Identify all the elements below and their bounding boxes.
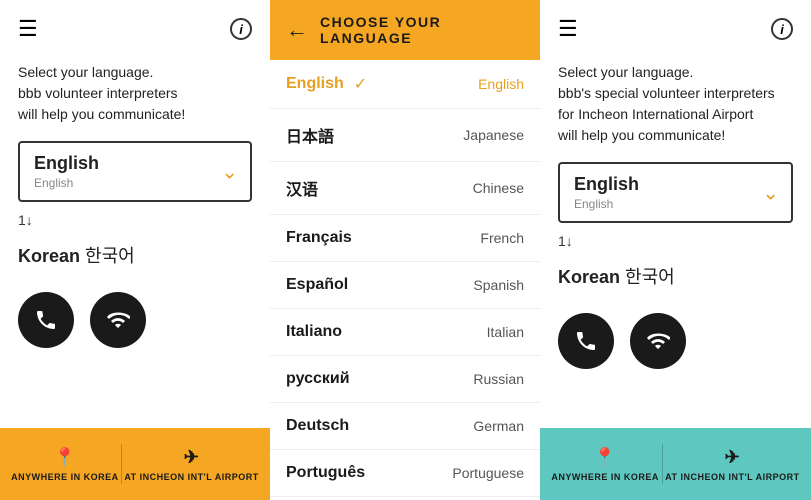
wifi-icon-left	[106, 308, 130, 332]
wifi-icon-right	[646, 329, 670, 353]
lang-native-text: 日本語	[286, 123, 334, 147]
lang-native-text: Italiano	[286, 323, 342, 341]
right-footer-airport-label: AT INCHEON INT'L AIRPORT	[665, 472, 799, 482]
language-item[interactable]: 汉语 Chinese	[270, 162, 540, 215]
info-icon-left[interactable]: i	[230, 18, 252, 40]
plane-icon-right: ✈	[725, 447, 741, 468]
right-target-lang-english: Korean	[558, 267, 620, 287]
left-footer-korea[interactable]: 📍 ANYWHERE IN KOREA	[11, 447, 119, 482]
hamburger-icon-left[interactable]: ☰	[18, 16, 38, 42]
left-footer-airport-label: AT INCHEON INT'L AIRPORT	[124, 472, 258, 482]
right-footer-korea[interactable]: 📍 ANYWHERE IN KOREA	[551, 447, 659, 482]
left-sort-icon[interactable]: 1↓	[18, 212, 252, 228]
lang-english-text: Italian	[487, 324, 524, 340]
phone-icon-right	[574, 329, 598, 353]
lang-english-text: Spanish	[473, 277, 524, 293]
language-item[interactable]: Italiano Italian	[270, 309, 540, 356]
right-lang-select[interactable]: English English ⌄	[558, 162, 793, 223]
left-lang-sub: English	[34, 176, 236, 190]
chevron-down-icon-right: ⌄	[762, 180, 779, 205]
lang-english-text: Chinese	[473, 180, 524, 196]
left-lang-main: English	[34, 153, 236, 174]
right-tagline: Select your language. bbb's special volu…	[540, 58, 811, 162]
lang-native-text: 汉语	[286, 176, 318, 200]
language-list: English ✓ English 日本語 Japanese 汉语 Chinese Franç…	[270, 60, 540, 500]
chevron-down-icon-left: ⌄	[221, 159, 238, 184]
lang-english-text: Japanese	[463, 127, 524, 143]
lang-english-text: French	[480, 230, 524, 246]
plane-icon-left: ✈	[184, 447, 200, 468]
wifi-button-left[interactable]	[90, 292, 146, 348]
call-button-right[interactable]	[558, 313, 614, 369]
lang-native-text: Português	[286, 464, 365, 482]
lang-english-text: English	[478, 76, 524, 92]
right-footer-divider	[662, 444, 663, 484]
location-icon-right: 📍	[594, 447, 617, 468]
lang-native-text: Français	[286, 229, 352, 247]
language-item[interactable]: Deutsch German	[270, 403, 540, 450]
language-item[interactable]: Español Spanish	[270, 262, 540, 309]
left-footer-divider	[121, 444, 122, 484]
right-header: ☰ i	[540, 0, 811, 58]
right-sort-icon[interactable]: 1↓	[558, 233, 793, 249]
lang-native-text: English	[286, 75, 344, 93]
language-item[interactable]: English ✓ English	[270, 60, 540, 109]
lang-native-text: русский	[286, 370, 350, 388]
info-icon-right[interactable]: i	[771, 18, 793, 40]
language-item[interactable]: 日本語 Japanese	[270, 109, 540, 162]
left-footer-airport[interactable]: ✈ AT INCHEON INT'L AIRPORT	[124, 447, 258, 482]
right-footer-bar: 📍 ANYWHERE IN KOREA ✈ AT INCHEON INT'L A…	[540, 428, 811, 500]
phone-icon-left	[34, 308, 58, 332]
left-target-lang-native: 한국어	[85, 246, 135, 266]
left-footer-korea-label: ANYWHERE IN KOREA	[11, 472, 119, 482]
right-target-lang: Korean 한국어	[558, 263, 793, 289]
left-tagline: Select your language. bbb volunteer inte…	[0, 58, 270, 141]
middle-title: CHOOSE YOUR LANGUAGE	[320, 14, 524, 46]
lang-native-text: Deutsch	[286, 417, 349, 435]
right-lang-sub: English	[574, 197, 777, 211]
language-item[interactable]: русский Russian	[270, 356, 540, 403]
left-header: ☰ i	[0, 0, 270, 58]
right-footer-airport[interactable]: ✈ AT INCHEON INT'L AIRPORT	[665, 447, 799, 482]
lang-english-text: Russian	[473, 371, 524, 387]
panel-middle: ← CHOOSE YOUR LANGUAGE English ✓ English 日本…	[270, 0, 540, 500]
right-action-buttons	[558, 313, 793, 369]
lang-native-text: Español	[286, 276, 348, 294]
wifi-button-right[interactable]	[630, 313, 686, 369]
call-button-left[interactable]	[18, 292, 74, 348]
language-item[interactable]: Français French	[270, 215, 540, 262]
right-footer-korea-label: ANYWHERE IN KOREA	[551, 472, 659, 482]
location-icon-left: 📍	[53, 447, 76, 468]
lang-english-text: German	[473, 418, 524, 434]
left-footer-bar: 📍 ANYWHERE IN KOREA ✈ AT INCHEON INT'L A…	[0, 428, 270, 500]
lang-english-text: Portuguese	[452, 465, 524, 481]
left-action-buttons	[18, 292, 252, 348]
left-lang-select[interactable]: English English ⌄	[18, 141, 252, 202]
language-item[interactable]: Português Portuguese	[270, 450, 540, 497]
right-target-lang-native: 한국어	[625, 267, 675, 287]
hamburger-icon-right[interactable]: ☰	[558, 16, 578, 42]
middle-header: ← CHOOSE YOUR LANGUAGE	[270, 0, 540, 60]
right-lang-main: English	[574, 174, 777, 195]
back-button[interactable]: ←	[286, 17, 308, 43]
left-target-lang: Korean 한국어	[18, 242, 252, 268]
checkmark-icon: ✓	[354, 74, 367, 94]
panel-left: ☰ i Select your language. bbb volunteer …	[0, 0, 270, 500]
left-target-lang-english: Korean	[18, 246, 80, 266]
panel-right: ☰ i Select your language. bbb's special …	[540, 0, 811, 500]
